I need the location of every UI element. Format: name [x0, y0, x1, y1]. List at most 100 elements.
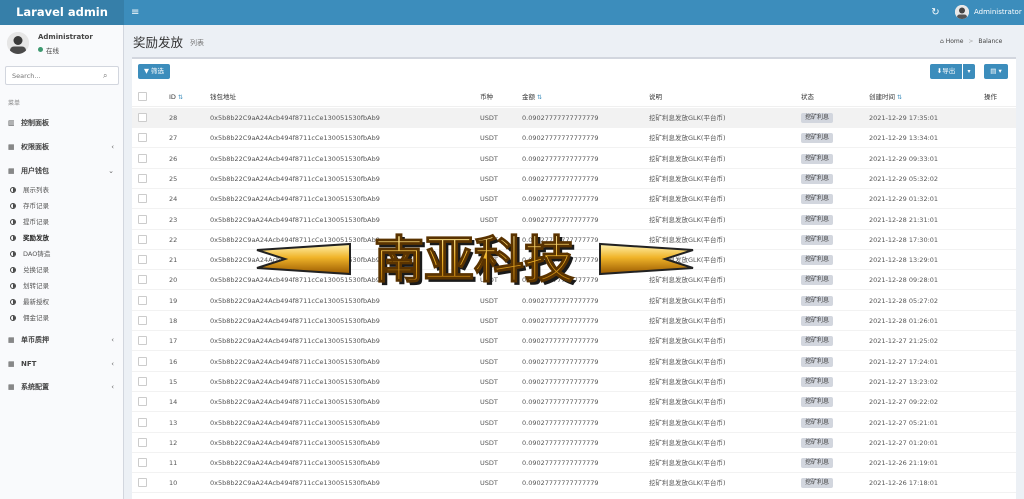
search-input[interactable] — [12, 70, 102, 82]
export-label: 导出 — [942, 67, 956, 75]
table-row[interactable]: 21 0x5b8b22C9aA24Acb494f8711cCe130051530f… — [132, 250, 1016, 271]
sidebar-item-wallet[interactable]: ▦ 用户钱包 ⌄ — [0, 164, 124, 178]
header-avatar[interactable] — [955, 5, 969, 19]
table-row[interactable]: 23 0x5b8b22C9aA24Acb494f8711cCe130051530f… — [132, 210, 1016, 230]
chevron-left-icon: ‹ — [111, 360, 114, 368]
cell-description: 挖矿利息发放GLK(平台币) — [649, 317, 726, 325]
cell-amount: 0.09027777777777779 — [522, 459, 599, 468]
header-created[interactable]: 创建时间 ⇅ — [869, 93, 902, 102]
header-amount[interactable]: 金额 ⇅ — [522, 93, 542, 102]
sidebar-subitem-exchange[interactable]: 兑换记录 — [0, 263, 124, 277]
sidebar-subitem-commissions[interactable]: 佣金记录 — [0, 311, 124, 325]
sort-icon[interactable]: ⇅ — [537, 94, 542, 101]
row-checkbox[interactable] — [138, 255, 147, 265]
table-row[interactable]: 13 0x5b8b22C9aA24Acb494f8711cCe130051530f… — [132, 413, 1016, 433]
table-row[interactable]: 10 0x5b8b22C9aA24Acb494f8711cCe130051530f… — [132, 473, 1016, 494]
select-all-checkbox[interactable] — [138, 92, 147, 101]
row-checkbox[interactable] — [138, 194, 147, 204]
cell-address: 0x5b8b22C9aA24Acb494f8711cCe130051530fbA… — [210, 235, 380, 244]
sidebar-subitem-label: 佣金记录 — [23, 314, 49, 322]
sidebar-subitem-dao[interactable]: DAO铸造 — [0, 247, 124, 261]
refresh-icon[interactable]: ↻ — [930, 7, 941, 18]
breadcrumb-home[interactable]: Home — [946, 38, 964, 45]
cell-amount: 0.09027777777777779 — [522, 154, 599, 163]
cell-amount: 0.09027777777777779 — [522, 479, 599, 488]
row-checkbox[interactable] — [138, 153, 147, 163]
row-checkbox[interactable] — [138, 173, 147, 183]
header-username[interactable]: Administrator — [974, 0, 1022, 25]
table-row[interactable]: 19 0x5b8b22C9aA24Acb494f8711cCe130051530f… — [132, 291, 1016, 311]
table-row[interactable]: 22 0x5b8b22C9aA24Acb494f8711cCe130051530f… — [132, 230, 1016, 250]
row-checkbox[interactable] — [138, 478, 147, 488]
bar-chart-icon: ▥ — [8, 119, 15, 127]
table-row[interactable]: 27 0x5b8b22C9aA24Acb494f8711cCe130051530f… — [132, 128, 1016, 149]
sidebar-subitem-rewards[interactable]: 奖励发放 — [0, 231, 124, 245]
cell-description: 挖矿利息发放GLK(平台币) — [649, 296, 726, 305]
header-id[interactable]: ID ⇅ — [169, 93, 183, 102]
sort-icon[interactable]: ⇅ — [178, 94, 183, 101]
table-row[interactable]: 28 0x5b8b22C9aA24Acb494f8711cCe130051530f… — [132, 108, 1016, 128]
cell-id: 21 — [169, 256, 178, 265]
user-panel: Administrator 在线 — [0, 25, 124, 63]
row-checkbox[interactable] — [138, 397, 147, 407]
sidebar-subitem-list[interactable]: 展示列表 — [0, 183, 124, 197]
cell-description: 挖矿利息发放GLK(平台币) — [649, 337, 726, 346]
sidebar-subitem-authorizations[interactable]: 最新授权 — [0, 295, 124, 309]
menu-toggle-icon[interactable]: ≡ — [131, 7, 141, 18]
cell-amount: 0.09027777777777779 — [522, 215, 599, 224]
export-button[interactable]: ⬇导出 — [930, 64, 962, 79]
row-checkbox[interactable] — [138, 113, 147, 122]
table-row[interactable]: 18 0x5b8b22C9aA24Acb494f8711cCe130051530f… — [132, 311, 1016, 331]
sidebar-item-staking[interactable]: ▦ 单币质押 ‹ — [0, 333, 124, 347]
row-checkbox[interactable] — [138, 214, 147, 224]
row-checkbox[interactable] — [138, 376, 147, 386]
table-row[interactable]: 11 0x5b8b22C9aA24Acb494f8711cCe130051530f… — [132, 453, 1016, 474]
cell-id: 20 — [169, 276, 178, 285]
row-checkbox[interactable] — [138, 234, 147, 244]
sidebar-item-nft[interactable]: ▦ NFT ‹ — [0, 357, 124, 371]
cell-address: 0x5b8b22C9aA24Acb494f8711cCe130051530fbA… — [210, 134, 380, 143]
sidebar-subitem-transfers[interactable]: 划转记录 — [0, 279, 124, 293]
row-checkbox[interactable] — [138, 336, 147, 346]
table-row[interactable]: 16 0x5b8b22C9aA24Acb494f8711cCe130051530f… — [132, 352, 1016, 372]
table-row[interactable]: 24 0x5b8b22C9aA24Acb494f8711cCe130051530f… — [132, 189, 1016, 210]
sidebar-subitem-deposits[interactable]: 存币记录 — [0, 199, 124, 213]
row-checkbox[interactable] — [138, 356, 147, 366]
table-row[interactable]: 12 0x5b8b22C9aA24Acb494f8711cCe130051530f… — [132, 433, 1016, 453]
cell-description: 挖矿利息发放GLK(平台币) — [649, 174, 726, 183]
cell-amount: 0.09027777777777779 — [522, 357, 599, 366]
cell-id: 12 — [169, 438, 178, 447]
cell-currency: USDT — [480, 154, 498, 163]
cell-id: 13 — [169, 418, 178, 427]
row-checkbox[interactable] — [138, 417, 147, 427]
sort-icon[interactable]: ⇅ — [897, 94, 902, 101]
columns-button[interactable]: ▤ ▾ — [984, 64, 1008, 79]
sidebar-item-permissions[interactable]: ▦ 权限面板 ‹ — [0, 140, 124, 154]
search-icon[interactable]: ⌕ — [103, 71, 112, 81]
row-checkbox[interactable] — [138, 437, 147, 447]
cell-id: 24 — [169, 195, 178, 204]
status-badge: 挖矿利息 — [801, 316, 833, 326]
status-badge: 挖矿利息 — [801, 356, 833, 367]
table-row[interactable]: 14 0x5b8b22C9aA24Acb494f8711cCe130051530f… — [132, 392, 1016, 413]
row-checkbox[interactable] — [138, 316, 147, 325]
cell-address: 0x5b8b22C9aA24Acb494f8711cCe130051530fbA… — [210, 276, 380, 285]
table-row[interactable]: 17 0x5b8b22C9aA24Acb494f8711cCe130051530f… — [132, 331, 1016, 352]
row-checkbox[interactable] — [138, 275, 147, 285]
table-row[interactable]: 20 0x5b8b22C9aA24Acb494f8711cCe130051530f… — [132, 270, 1016, 291]
row-checkbox[interactable] — [138, 133, 147, 143]
sidebar-subitem-withdrawals[interactable]: 提币记录 — [0, 215, 124, 229]
sidebar-subitem-label: 兑换记录 — [23, 266, 49, 274]
sidebar-item-dashboard[interactable]: ▥ 控制面板 — [0, 116, 124, 130]
table-row[interactable]: 15 0x5b8b22C9aA24Acb494f8711cCe130051530f… — [132, 372, 1016, 392]
row-checkbox[interactable] — [138, 458, 147, 468]
grid-icon: ▦ — [8, 336, 15, 344]
row-checkbox[interactable] — [138, 295, 147, 305]
app-logo[interactable]: Laravel admin — [0, 0, 124, 25]
cell-created: 2021-12-29 09:33:01 — [869, 154, 939, 163]
table-row[interactable]: 25 0x5b8b22C9aA24Acb494f8711cCe130051530f… — [132, 169, 1016, 189]
table-row[interactable]: 26 0x5b8b22C9aA24Acb494f8711cCe130051530f… — [132, 149, 1016, 169]
sidebar-item-settings[interactable]: ▦ 系统配置 ‹ — [0, 380, 124, 394]
filter-button[interactable]: ▼ 筛选 — [138, 64, 170, 79]
export-dropdown-button[interactable]: ▾ — [963, 64, 975, 79]
